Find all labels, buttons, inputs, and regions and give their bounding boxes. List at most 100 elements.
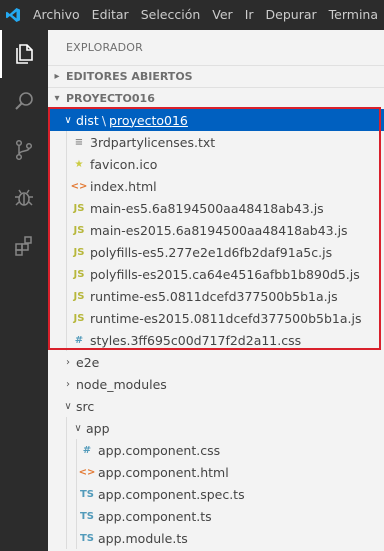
tree-file[interactable]: JS main-es5.6a8194500aa48418ab43.js bbox=[48, 197, 384, 219]
js-file-icon: JS bbox=[73, 290, 85, 302]
file-name: polyfills-es2015.ca64e4516afbb1b890d5.js bbox=[90, 266, 360, 282]
folder-name: app bbox=[86, 420, 110, 436]
indent-guide bbox=[76, 483, 77, 505]
source-control-activity[interactable] bbox=[0, 126, 48, 174]
html-file-icon: <> bbox=[70, 180, 88, 192]
tree-file[interactable]: <> index.html bbox=[48, 175, 384, 197]
tree-file[interactable]: TS app.module.ts bbox=[48, 527, 384, 549]
file-name: app.component.html bbox=[98, 464, 229, 480]
indent-guide bbox=[66, 329, 67, 351]
indent-guide bbox=[76, 527, 77, 549]
tree-file[interactable]: # styles.3ff695c00d717f2d2a11.css bbox=[48, 329, 384, 351]
tree-file[interactable]: # app.component.css bbox=[48, 439, 384, 461]
open-editors-section[interactable]: ▸ EDITORES ABIERTOS bbox=[48, 65, 384, 87]
indent-guide bbox=[66, 131, 67, 153]
tree-folder-node-modules[interactable]: › node_modules bbox=[48, 373, 384, 395]
path-separator: \ bbox=[101, 112, 107, 128]
tree-file[interactable]: TS app.component.ts bbox=[48, 505, 384, 527]
file-name: favicon.ico bbox=[90, 156, 158, 172]
file-name: runtime-es2015.0811dcefd377500b5b1a.js bbox=[90, 310, 362, 326]
tree-file[interactable]: JS runtime-es2015.0811dcefd377500b5b1a.j… bbox=[48, 307, 384, 329]
vscode-logo-icon bbox=[0, 0, 27, 30]
explorer-sidebar: EXPLORADOR ▸ EDITORES ABIERTOS ▾ PROYECT… bbox=[48, 30, 384, 551]
tree-file[interactable]: ≡ 3rdpartylicenses.txt bbox=[48, 131, 384, 153]
folder-name: node_modules bbox=[76, 376, 167, 392]
search-icon bbox=[15, 92, 33, 110]
indent-guide bbox=[76, 505, 77, 527]
file-name: index.html bbox=[90, 178, 157, 194]
chevron-right-icon: › bbox=[66, 378, 70, 390]
html-file-icon: <> bbox=[78, 466, 96, 478]
file-name: app.component.spec.ts bbox=[98, 486, 245, 502]
tree-file[interactable]: JS polyfills-es2015.ca64e4516afbb1b890d5… bbox=[48, 263, 384, 285]
debug-activity[interactable] bbox=[0, 174, 48, 222]
chevron-down-icon: ∨ bbox=[64, 400, 72, 412]
indent-guide bbox=[66, 461, 67, 483]
file-name: 3rdpartylicenses.txt bbox=[90, 134, 216, 150]
indent-guide bbox=[66, 175, 67, 197]
chevron-down-icon: ▾ bbox=[54, 93, 60, 104]
chevron-down-icon: ∨ bbox=[74, 422, 82, 434]
ts-file-icon: TS bbox=[79, 510, 95, 522]
menu-ir[interactable]: Ir bbox=[239, 0, 260, 30]
chevron-right-icon: › bbox=[66, 356, 70, 368]
menu-bar: Archivo Editar Selección Ver Ir Depurar … bbox=[0, 0, 384, 30]
tree-file[interactable]: JS main-es2015.6a8194500aa48418ab43.js bbox=[48, 219, 384, 241]
explorer-title: EXPLORADOR bbox=[66, 41, 144, 54]
file-name: runtime-es5.0811dcefd377500b5b1a.js bbox=[90, 288, 338, 304]
css-file-icon: # bbox=[82, 444, 92, 456]
indent-guide bbox=[66, 153, 67, 175]
extensions-activity[interactable] bbox=[0, 222, 48, 270]
ts-file-icon: TS bbox=[79, 488, 95, 500]
chevron-right-icon: ▸ bbox=[54, 71, 60, 82]
js-file-icon: JS bbox=[73, 268, 85, 280]
menu-archivo[interactable]: Archivo bbox=[27, 0, 86, 30]
indent-guide bbox=[66, 263, 67, 285]
css-file-icon: # bbox=[74, 334, 84, 346]
favicon-star-icon: ★ bbox=[74, 158, 84, 170]
menu-editar[interactable]: Editar bbox=[86, 0, 135, 30]
menu-seleccion[interactable]: Selección bbox=[135, 0, 207, 30]
extensions-icon bbox=[15, 236, 32, 256]
indent-guide bbox=[66, 241, 67, 263]
tree-file[interactable]: ★ favicon.ico bbox=[48, 153, 384, 175]
folder-name-proyecto016[interactable]: proyecto016 bbox=[109, 113, 188, 128]
menu-ver[interactable]: Ver bbox=[206, 0, 238, 30]
file-name: app.component.ts bbox=[98, 508, 212, 524]
source-control-icon bbox=[15, 139, 33, 161]
search-activity[interactable] bbox=[0, 78, 48, 126]
js-file-icon: JS bbox=[73, 312, 85, 324]
file-name: polyfills-es5.277e2e1d6fb2daf91a5c.js bbox=[90, 244, 333, 260]
project-section[interactable]: ▾ PROYECTO016 bbox=[48, 87, 384, 109]
js-file-icon: JS bbox=[73, 224, 85, 236]
tree-folder-dist[interactable]: ∨ dist \ proyecto016 bbox=[48, 109, 384, 131]
tree-file[interactable]: JS runtime-es5.0811dcefd377500b5b1a.js bbox=[48, 285, 384, 307]
indent-guide bbox=[66, 219, 67, 241]
tree-file[interactable]: <> app.component.html bbox=[48, 461, 384, 483]
tree-folder-src[interactable]: ∨ src bbox=[48, 395, 384, 417]
files-icon bbox=[16, 44, 33, 64]
activity-bar bbox=[0, 30, 48, 551]
tree-file[interactable]: JS polyfills-es5.277e2e1d6fb2daf91a5c.js bbox=[48, 241, 384, 263]
file-name: app.module.ts bbox=[98, 530, 188, 546]
debug-icon bbox=[15, 189, 33, 206]
explorer-activity[interactable] bbox=[0, 30, 48, 78]
file-name: app.component.css bbox=[98, 442, 221, 458]
menu-terminal[interactable]: Termina bbox=[323, 0, 384, 30]
js-file-icon: JS bbox=[73, 202, 85, 214]
js-file-icon: JS bbox=[73, 246, 85, 258]
indent-guide bbox=[66, 197, 67, 219]
indent-guide bbox=[66, 439, 67, 461]
indent-guide bbox=[66, 307, 67, 329]
file-name: styles.3ff695c00d717f2d2a11.css bbox=[90, 332, 302, 348]
folder-name: src bbox=[76, 398, 95, 414]
indent-guide bbox=[66, 285, 67, 307]
text-file-icon: ≡ bbox=[74, 136, 84, 148]
tree-folder-e2e[interactable]: › e2e bbox=[48, 351, 384, 373]
tree-folder-app[interactable]: ∨ app bbox=[48, 417, 384, 439]
indent-guide bbox=[66, 505, 67, 527]
indent-guide bbox=[66, 527, 67, 549]
folder-name-dist: dist bbox=[76, 112, 99, 128]
menu-depurar[interactable]: Depurar bbox=[260, 0, 323, 30]
tree-file[interactable]: TS app.component.spec.ts bbox=[48, 483, 384, 505]
